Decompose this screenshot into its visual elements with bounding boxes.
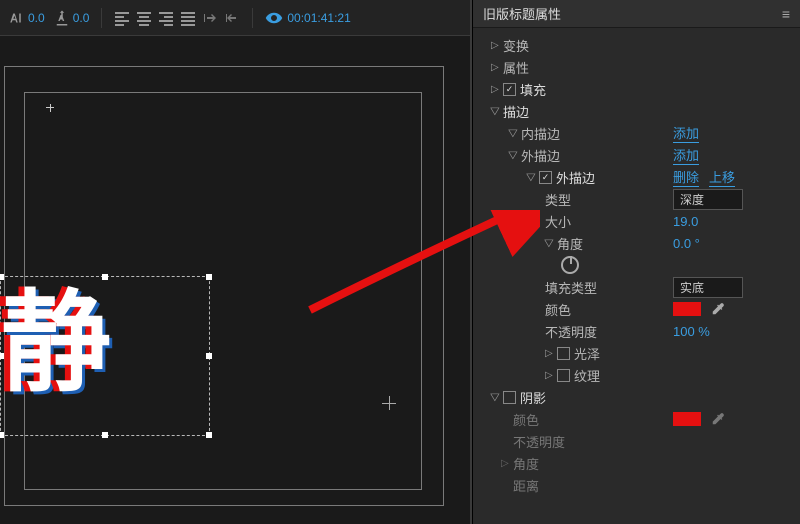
eyedropper-icon[interactable] bbox=[711, 302, 725, 316]
title-text[interactable]: 静 bbox=[1, 289, 107, 399]
prop-color: 颜色 bbox=[545, 300, 571, 319]
prop-distance: 距离 bbox=[513, 476, 539, 495]
panel-header: 旧版标题属性 ≡ bbox=[473, 0, 800, 28]
tab-icon[interactable] bbox=[202, 10, 218, 26]
twisty-icon[interactable] bbox=[527, 172, 539, 183]
align-left-icon[interactable] bbox=[114, 10, 130, 26]
type-dropdown[interactable]: 深度 bbox=[673, 189, 743, 210]
resize-handle[interactable] bbox=[206, 274, 212, 280]
group-transform[interactable]: 变换 bbox=[503, 36, 529, 55]
stroke-color-swatch[interactable] bbox=[673, 302, 701, 316]
align-buttons bbox=[114, 10, 240, 26]
prop-shadow-angle[interactable]: 角度 bbox=[513, 454, 539, 473]
baseline-value: 0.0 bbox=[73, 11, 90, 25]
fill-checkbox[interactable] bbox=[503, 83, 516, 96]
prop-shadow-color: 颜色 bbox=[513, 410, 539, 429]
add-inner-stroke-link[interactable]: 添加 bbox=[673, 123, 699, 143]
add-outer-stroke-link[interactable]: 添加 bbox=[673, 145, 699, 165]
align-center-icon[interactable] bbox=[136, 10, 152, 26]
resize-handle[interactable] bbox=[206, 353, 212, 359]
ruler-tick bbox=[50, 104, 51, 112]
center-marker bbox=[382, 396, 396, 410]
canvas-area: 0.0 0.0 00:01:41:21 bbox=[0, 0, 472, 524]
resize-handle[interactable] bbox=[0, 274, 4, 280]
resize-handle[interactable] bbox=[0, 432, 4, 438]
group-stroke[interactable]: 描边 bbox=[503, 102, 529, 121]
timecode-display[interactable]: 00:01:41:21 bbox=[265, 9, 350, 27]
twisty-icon[interactable] bbox=[491, 62, 503, 73]
title-toolbar: 0.0 0.0 00:01:41:21 bbox=[0, 0, 470, 36]
twisty-icon[interactable] bbox=[509, 128, 521, 139]
panel-title: 旧版标题属性 bbox=[483, 4, 561, 23]
prop-opacity: 不透明度 bbox=[545, 322, 597, 341]
opacity-value[interactable]: 100 % bbox=[673, 324, 710, 339]
group-attributes[interactable]: 属性 bbox=[503, 58, 529, 77]
texture-checkbox[interactable] bbox=[557, 369, 570, 382]
move-up-link[interactable]: 上移 bbox=[709, 167, 735, 187]
prop-shadow-opacity: 不透明度 bbox=[513, 432, 565, 451]
group-outer-stroke[interactable]: 外描边 bbox=[521, 146, 560, 165]
twisty-icon[interactable] bbox=[545, 238, 557, 249]
baseline-control[interactable]: 0.0 bbox=[53, 9, 90, 27]
fill-type-dropdown[interactable]: 实底 bbox=[673, 277, 743, 298]
prop-texture[interactable]: 纹理 bbox=[574, 366, 600, 385]
tab2-icon[interactable] bbox=[224, 10, 240, 26]
prop-type: 类型 bbox=[545, 190, 571, 209]
size-value[interactable]: 19.0 bbox=[673, 214, 698, 229]
angle-value[interactable]: 0.0 ° bbox=[673, 236, 700, 251]
resize-handle[interactable] bbox=[102, 432, 108, 438]
group-inner-stroke[interactable]: 内描边 bbox=[521, 124, 560, 143]
outer-stroke-1[interactable]: 外描边 bbox=[556, 168, 595, 187]
panel-menu-icon[interactable]: ≡ bbox=[782, 6, 790, 22]
twisty-icon[interactable] bbox=[491, 84, 503, 95]
group-shadow[interactable]: 阴影 bbox=[520, 388, 546, 407]
twisty-icon[interactable] bbox=[501, 458, 513, 469]
text-bounding-box[interactable]: 静 bbox=[0, 276, 210, 436]
shadow-checkbox[interactable] bbox=[503, 391, 516, 404]
twisty-icon[interactable] bbox=[491, 106, 503, 117]
outer-stroke-checkbox[interactable] bbox=[539, 171, 552, 184]
prop-sheen[interactable]: 光泽 bbox=[574, 344, 600, 363]
resize-handle[interactable] bbox=[0, 353, 4, 359]
prop-angle[interactable]: 角度 bbox=[557, 234, 583, 253]
legacy-title-properties-panel: 旧版标题属性 ≡ 变换 属性 填充 描边 内描边 添加 外描边 添加 外描边 删… bbox=[472, 0, 800, 524]
sheen-checkbox[interactable] bbox=[557, 347, 570, 360]
group-fill[interactable]: 填充 bbox=[520, 80, 546, 99]
kerning-value: 0.0 bbox=[28, 11, 45, 25]
timecode-value: 00:01:41:21 bbox=[287, 11, 350, 25]
resize-handle[interactable] bbox=[206, 432, 212, 438]
prop-fill-type: 填充类型 bbox=[545, 278, 597, 297]
kerning-control[interactable]: 0.0 bbox=[8, 9, 45, 27]
resize-handle[interactable] bbox=[102, 274, 108, 280]
twisty-icon[interactable] bbox=[491, 392, 503, 403]
title-stage[interactable]: 静 bbox=[0, 36, 470, 524]
twisty-icon[interactable] bbox=[491, 40, 503, 51]
twisty-icon[interactable] bbox=[509, 150, 521, 161]
delete-stroke-link[interactable]: 删除 bbox=[673, 167, 699, 187]
twisty-icon[interactable] bbox=[545, 370, 557, 381]
twisty-icon[interactable] bbox=[545, 348, 557, 359]
justify-icon[interactable] bbox=[180, 10, 196, 26]
angle-dial[interactable] bbox=[561, 256, 579, 274]
prop-size: 大小 bbox=[545, 212, 571, 231]
shadow-color-swatch[interactable] bbox=[673, 412, 701, 426]
eyedropper-icon[interactable] bbox=[711, 412, 725, 426]
align-right-icon[interactable] bbox=[158, 10, 174, 26]
